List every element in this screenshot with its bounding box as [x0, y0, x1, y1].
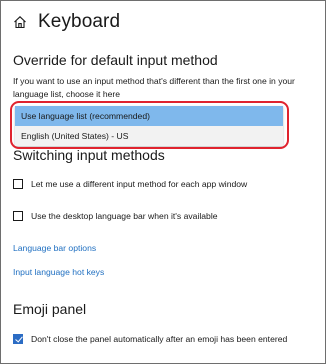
override-section-title: Override for default input method — [13, 52, 218, 68]
desktop-language-bar-label: Use the desktop language bar when it's a… — [31, 211, 218, 221]
language-bar-options-link[interactable]: Language bar options — [13, 243, 96, 253]
per-app-input-label: Let me use a different input method for … — [31, 179, 248, 189]
highlight-outline — [10, 101, 289, 149]
page-title: Keyboard — [38, 11, 121, 32]
emoji-section-title: Emoji panel — [13, 301, 87, 317]
input-language-hot-keys-link[interactable]: Input language hot keys — [13, 267, 104, 277]
switching-section-title: Switching input methods — [13, 147, 165, 163]
per-app-input-checkbox-row[interactable]: Let me use a different input method for … — [13, 179, 247, 189]
override-description: If you want to use an input method that'… — [13, 76, 295, 99]
desktop-language-bar-checkbox-row[interactable]: Use the desktop language bar when it's a… — [13, 211, 218, 221]
emoji-panel-checkbox[interactable] — [13, 334, 23, 344]
emoji-panel-checkbox-row[interactable]: Don't close the panel automatically afte… — [13, 334, 287, 344]
desktop-language-bar-checkbox[interactable] — [13, 211, 23, 221]
page-header: Keyboard — [13, 9, 120, 35]
settings-window: Keyboard Override for default input meth… — [0, 0, 326, 364]
home-icon[interactable] — [13, 15, 27, 29]
emoji-panel-label: Don't close the panel automatically afte… — [31, 334, 288, 344]
per-app-input-checkbox[interactable] — [13, 179, 23, 189]
